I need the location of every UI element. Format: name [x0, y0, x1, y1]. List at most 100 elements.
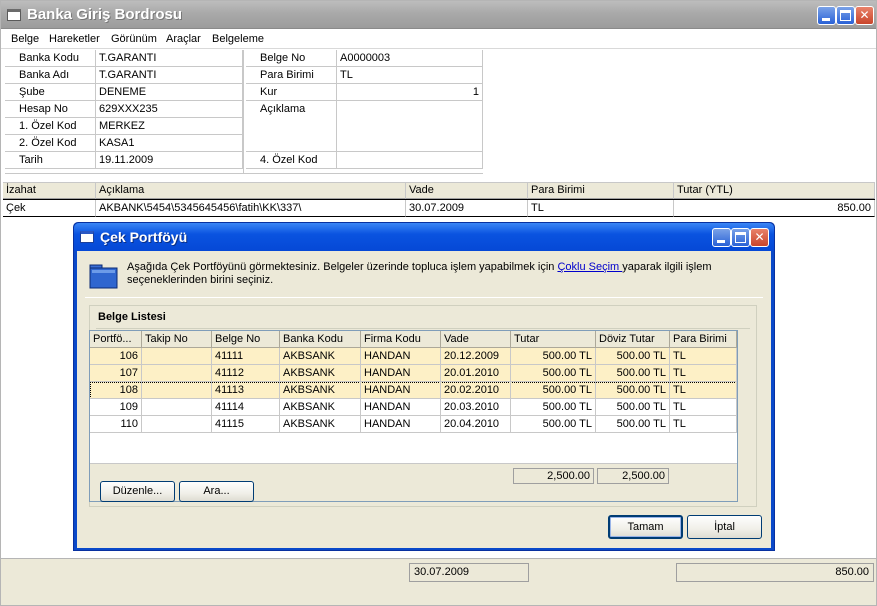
- menu-hareketler[interactable]: Hareketler: [49, 33, 100, 45]
- form-field-sube[interactable]: DENEME: [96, 84, 243, 101]
- form-label-ozel-kod-2: 2. Özel Kod: [5, 135, 96, 152]
- cell-vade: 20.01.2010: [441, 365, 511, 382]
- close-icon: ✕: [754, 230, 765, 244]
- minimize-icon: [717, 240, 725, 243]
- folder-icon: [89, 264, 118, 289]
- cell-takip-no: [142, 382, 212, 399]
- header-form: Banka Kodu T.GARANTI Banka Adı T.GARANTI…: [5, 50, 876, 176]
- col-header-firma-kodu[interactable]: Firma Kodu: [361, 331, 441, 348]
- grid-cell-tutar[interactable]: 850.00: [674, 200, 875, 217]
- form-label-ozel-kod-4: 4. Özel Kod: [246, 152, 337, 169]
- grid-cell-vade[interactable]: 30.07.2009: [406, 200, 528, 217]
- cell-para-birimi: TL: [670, 348, 737, 365]
- form-field-banka-adi[interactable]: T.GARANTI: [96, 67, 243, 84]
- dialog-intro-text: Aşağıda Çek Portföyünü görmektesiniz. Be…: [127, 261, 757, 287]
- dialog-window-icon: [80, 231, 94, 243]
- coklu-secim-link[interactable]: Çoklu Seçim: [557, 261, 622, 273]
- form-field-hesap-no[interactable]: 629XXX235: [96, 101, 243, 118]
- grid-cell-aciklama[interactable]: AKBANK\5454\5345645456\fatih\KK\337\: [96, 200, 406, 217]
- cell-tutar: 500.00 TL: [511, 416, 596, 433]
- cell-para-birimi: TL: [670, 365, 737, 382]
- minimize-button[interactable]: [817, 6, 836, 25]
- menu-araclar[interactable]: Araçlar: [166, 33, 201, 45]
- cell-portfoy: 106: [90, 348, 142, 365]
- form-field-kur[interactable]: 1: [337, 84, 483, 101]
- menu-belgeleme[interactable]: Belgeleme: [212, 33, 264, 45]
- col-header-belge-no[interactable]: Belge No: [212, 331, 280, 348]
- grid-header-vade[interactable]: Vade: [406, 182, 528, 199]
- menu-belge[interactable]: Belge: [11, 33, 39, 45]
- cell-banka-kodu: AKBSANK: [280, 416, 361, 433]
- col-header-doviz-tutar[interactable]: Döviz Tutar: [596, 331, 670, 348]
- col-header-takip-no[interactable]: Takip No: [142, 331, 212, 348]
- form-label-belge-no: Belge No: [246, 50, 337, 67]
- group-separator: [96, 328, 750, 329]
- window-icon: [7, 9, 21, 21]
- dialog-minimize-button[interactable]: [712, 228, 731, 247]
- table-row[interactable]: 107 41112 AKBSANK HANDAN 20.01.2010 500.…: [90, 365, 737, 382]
- duzenle-button[interactable]: Düzenle...: [100, 481, 175, 502]
- grid-header-para-birimi[interactable]: Para Birimi: [528, 182, 674, 199]
- form-field-tarih[interactable]: 19.11.2009: [96, 152, 243, 169]
- sum-doviz-tutar: 2,500.00: [597, 468, 669, 484]
- menu-bar: Belge Hareketler Görünüm Araçlar Belgele…: [1, 29, 876, 49]
- grid-cell-izahat[interactable]: Çek: [3, 200, 96, 217]
- cell-doviz-tutar: 500.00 TL: [596, 399, 670, 416]
- form-field-para-birimi[interactable]: TL: [337, 67, 483, 84]
- cell-takip-no: [142, 399, 212, 416]
- grid-cell-para-birimi[interactable]: TL: [528, 200, 674, 217]
- iptal-button[interactable]: İptal: [687, 515, 762, 539]
- grid-header-aciklama[interactable]: Açıklama: [96, 182, 406, 199]
- form-field-ozel-kod-1[interactable]: MERKEZ: [96, 118, 243, 135]
- group-title: Belge Listesi: [98, 311, 166, 323]
- form-label-kur: Kur: [246, 84, 337, 101]
- form-bottom-line: [5, 173, 483, 174]
- form-label-banka-kodu: Banka Kodu: [5, 50, 96, 67]
- form-field-aciklama[interactable]: [337, 101, 483, 152]
- col-header-tutar[interactable]: Tutar: [511, 331, 596, 348]
- close-button[interactable]: ✕: [855, 6, 874, 25]
- form-field-ozel-kod-2[interactable]: KASA1: [96, 135, 243, 152]
- table-row-selected[interactable]: 108 41113 AKBSANK HANDAN 20.02.2010 500.…: [90, 382, 737, 399]
- col-header-banka-kodu[interactable]: Banka Kodu: [280, 331, 361, 348]
- col-header-portfoy[interactable]: Portfö...: [90, 331, 142, 348]
- footer-tutar: 850.00: [676, 563, 874, 582]
- cell-portfoy: 107: [90, 365, 142, 382]
- table-row[interactable]: 110 41115 AKBSANK HANDAN 20.04.2010 500.…: [90, 416, 737, 433]
- cell-firma-kodu: HANDAN: [361, 348, 441, 365]
- form-field-ozel-kod-4[interactable]: [337, 152, 483, 169]
- dialog-close-button[interactable]: ✕: [750, 228, 769, 247]
- col-header-para-birimi[interactable]: Para Birimi: [670, 331, 737, 348]
- dialog-separator: [85, 297, 763, 298]
- tamam-button[interactable]: Tamam: [608, 515, 683, 539]
- table-row[interactable]: 106 41111 AKBSANK HANDAN 20.12.2009 500.…: [90, 348, 737, 365]
- dialog-title-bar[interactable]: Çek Portföyü ✕: [74, 223, 774, 251]
- maximize-button[interactable]: [836, 6, 855, 25]
- dialog-maximize-button[interactable]: [731, 228, 750, 247]
- cell-belge-no: 41112: [212, 365, 280, 382]
- dialog-title: Çek Portföyü: [100, 229, 188, 245]
- grid-header-izahat[interactable]: İzahat: [3, 182, 96, 199]
- table-row[interactable]: 109 41114 AKBSANK HANDAN 20.03.2010 500.…: [90, 399, 737, 416]
- cell-vade: 20.03.2010: [441, 399, 511, 416]
- cell-tutar: 500.00 TL: [511, 365, 596, 382]
- form-field-belge-no[interactable]: A0000003: [337, 50, 483, 67]
- form-label-ozel-kod-1: 1. Özel Kod: [5, 118, 96, 135]
- col-header-vade[interactable]: Vade: [441, 331, 511, 348]
- maximize-icon: [840, 10, 851, 21]
- cell-banka-kodu: AKBSANK: [280, 365, 361, 382]
- form-label-banka-adi: Banka Adı: [5, 67, 96, 84]
- form-label-aciklama: Açıklama: [246, 101, 337, 152]
- main-title-bar[interactable]: Banka Giriş Bordrosu ✕: [1, 1, 876, 29]
- dialog-body: Aşağıda Çek Portföyünü görmektesiniz. Be…: [77, 251, 771, 548]
- footer-bar: 30.07.2009 850.00: [1, 558, 876, 605]
- cell-para-birimi: TL: [670, 399, 737, 416]
- cell-firma-kodu: HANDAN: [361, 382, 441, 399]
- cell-belge-no: 41114: [212, 399, 280, 416]
- form-field-banka-kodu[interactable]: T.GARANTI: [96, 50, 243, 67]
- grid-header-tutar[interactable]: Tutar (YTL): [674, 182, 875, 199]
- ara-button[interactable]: Ara...: [179, 481, 254, 502]
- cell-takip-no: [142, 348, 212, 365]
- cell-doviz-tutar: 500.00 TL: [596, 382, 670, 399]
- menu-gorunum[interactable]: Görünüm: [111, 33, 157, 45]
